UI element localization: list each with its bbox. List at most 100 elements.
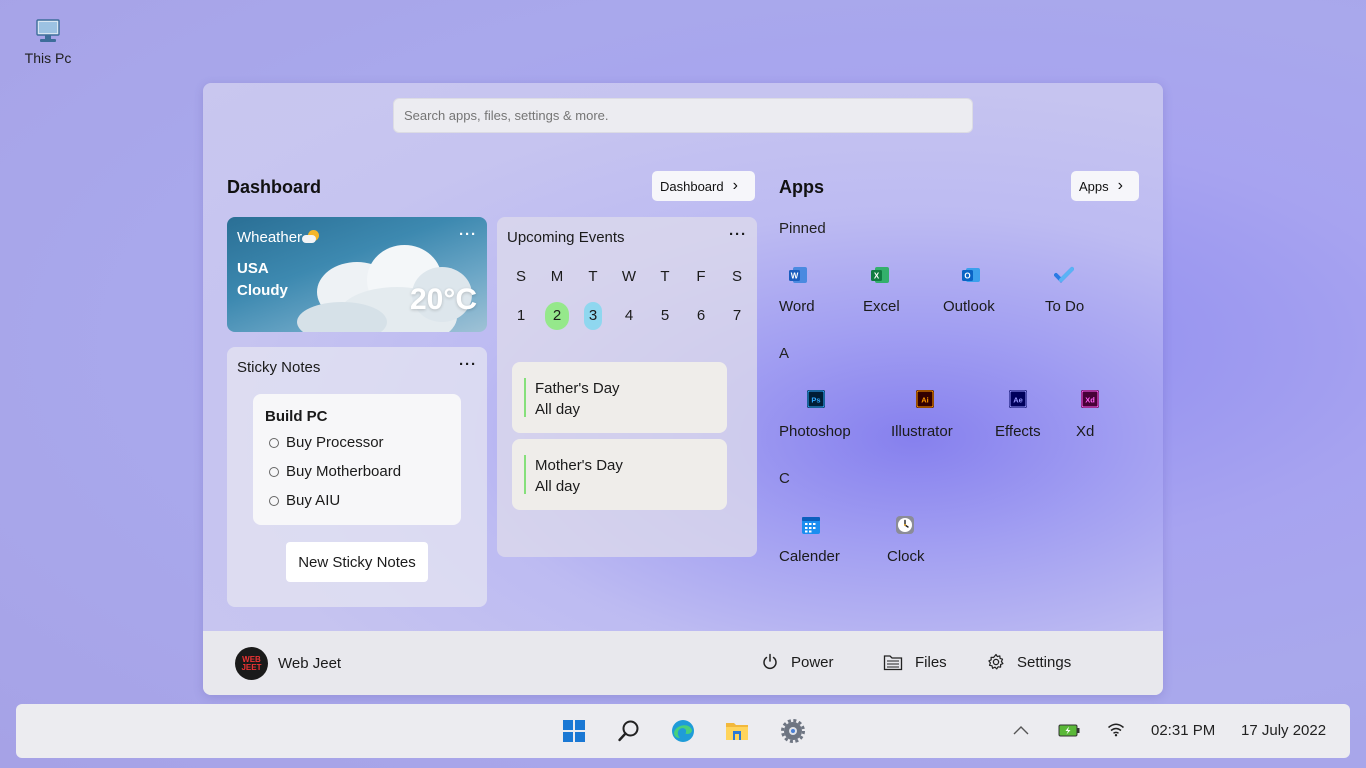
taskbar: 02:31 PM 17 July 2022 bbox=[16, 704, 1350, 758]
weekday: S bbox=[515, 268, 526, 285]
calendar-day[interactable]: 5 bbox=[653, 302, 677, 330]
start-footer: WEB JEET Web Jeet Power Files Settings bbox=[203, 631, 1163, 695]
apps-button-label: Apps bbox=[1079, 178, 1109, 194]
note-item[interactable]: Buy Processor bbox=[269, 434, 384, 451]
settings-label: Settings bbox=[1017, 653, 1072, 671]
calendar-icon bbox=[802, 517, 820, 534]
weather-widget[interactable]: Wheather ··· USA Cloudy 20°C bbox=[227, 217, 487, 332]
note-item[interactable]: Buy AIU bbox=[269, 492, 340, 509]
calendar-day[interactable]: 6 bbox=[689, 302, 713, 330]
file-explorer-icon[interactable] bbox=[725, 719, 749, 743]
group-a-label: A bbox=[779, 345, 790, 362]
after-effects-icon: Ae bbox=[1009, 390, 1027, 408]
computer-icon bbox=[36, 19, 60, 42]
app-label: Word bbox=[779, 298, 815, 315]
event-time: All day bbox=[535, 478, 581, 495]
xd-icon: Xd bbox=[1081, 390, 1099, 408]
clock-date[interactable]: 17 July 2022 bbox=[1241, 722, 1326, 739]
event-name: Mother's Day bbox=[535, 457, 623, 474]
settings-gear-icon[interactable] bbox=[781, 719, 805, 743]
photoshop-icon: Ps bbox=[807, 390, 825, 408]
power-icon bbox=[763, 653, 777, 670]
calendar-day[interactable]: 4 bbox=[617, 302, 641, 330]
svg-text:W: W bbox=[791, 272, 799, 281]
sticky-notes-widget: Sticky Notes ··· Build PC Buy Processor … bbox=[227, 347, 487, 607]
weekday: M bbox=[550, 268, 564, 285]
excel-icon: X bbox=[871, 267, 889, 283]
radio-button[interactable] bbox=[269, 437, 279, 448]
search-icon[interactable] bbox=[617, 719, 641, 743]
gear-icon bbox=[988, 653, 1004, 670]
windows-start-icon[interactable] bbox=[562, 719, 586, 743]
outlook-icon: O bbox=[962, 268, 980, 282]
chevron-right-icon: › bbox=[1117, 177, 1123, 194]
chevron-up-icon[interactable] bbox=[1012, 724, 1030, 736]
group-c-label: C bbox=[779, 470, 790, 487]
sticky-note[interactable]: Build PC Buy Processor Buy Motherboard B… bbox=[253, 394, 461, 525]
weekday: W bbox=[621, 268, 637, 285]
calendar-days: 1 2 3 4 5 6 7 bbox=[509, 302, 749, 330]
clock-time[interactable]: 02:31 PM bbox=[1151, 722, 1215, 739]
note-item[interactable]: Buy Motherboard bbox=[269, 463, 401, 480]
calendar-weekdays: S M T W T F S bbox=[509, 268, 749, 285]
event-card[interactable]: Father's Day All day bbox=[512, 362, 727, 433]
app-label: Photoshop bbox=[779, 423, 851, 440]
edge-browser-icon[interactable] bbox=[671, 719, 695, 743]
todo-check-icon bbox=[1054, 267, 1074, 283]
radio-button[interactable] bbox=[269, 495, 279, 506]
svg-text:Ps: Ps bbox=[811, 396, 820, 405]
files-button[interactable]: Files bbox=[883, 653, 947, 671]
sticky-notes-title: Sticky Notes bbox=[237, 359, 321, 376]
calendar-day[interactable]: 7 bbox=[725, 302, 749, 330]
weekday: T bbox=[588, 268, 598, 285]
battery-icon[interactable] bbox=[1058, 724, 1080, 737]
upcoming-events-widget: Upcoming Events ··· S M T W T F S 1 2 3 … bbox=[497, 217, 757, 557]
word-icon: W bbox=[789, 267, 807, 283]
power-button[interactable]: Power bbox=[761, 653, 834, 671]
apps-title: Apps bbox=[779, 177, 824, 197]
weather-temperature: 20°C bbox=[409, 283, 477, 316]
sticky-notes-menu-button[interactable]: ··· bbox=[459, 356, 477, 373]
chevron-right-icon: › bbox=[732, 177, 738, 194]
event-accent-bar bbox=[524, 378, 526, 417]
event-accent-bar bbox=[524, 455, 526, 494]
folder-icon bbox=[883, 655, 903, 671]
calendar-day-highlighted[interactable]: 2 bbox=[545, 302, 569, 330]
svg-text:Xd: Xd bbox=[1085, 396, 1095, 405]
dashboard-button[interactable]: Dashboard › bbox=[652, 171, 755, 201]
svg-text:X: X bbox=[874, 272, 880, 281]
start-menu: Dashboard Dashboard › Wheather ··· USA C… bbox=[203, 83, 1163, 695]
search-input[interactable] bbox=[393, 98, 973, 133]
note-item-label: Buy Motherboard bbox=[286, 463, 402, 480]
app-label: Xd bbox=[1076, 423, 1095, 440]
svg-text:Ai: Ai bbox=[921, 396, 929, 405]
event-name: Father's Day bbox=[535, 380, 620, 397]
note-title: Build PC bbox=[265, 408, 328, 425]
new-sticky-note-button[interactable]: New Sticky Notes bbox=[286, 542, 428, 582]
app-label: Outlook bbox=[943, 298, 995, 315]
events-menu-button[interactable]: ··· bbox=[729, 226, 747, 243]
apps-button[interactable]: Apps › bbox=[1071, 171, 1139, 201]
avatar[interactable]: WEB JEET bbox=[235, 647, 268, 680]
event-card[interactable]: Mother's Day All day bbox=[512, 439, 727, 510]
app-label: Excel bbox=[863, 298, 900, 315]
calendar-day-highlighted[interactable]: 3 bbox=[584, 302, 602, 330]
note-item-label: Buy Processor bbox=[286, 434, 384, 451]
settings-button[interactable]: Settings bbox=[987, 653, 1071, 671]
weather-condition: Cloudy bbox=[237, 282, 288, 299]
wifi-icon[interactable] bbox=[1107, 722, 1125, 737]
calendar-day[interactable]: 1 bbox=[509, 302, 533, 330]
this-pc-desktop-icon[interactable]: This Pc bbox=[18, 18, 78, 68]
dashboard-title: Dashboard bbox=[227, 177, 322, 197]
this-pc-label: This Pc bbox=[24, 50, 72, 66]
app-label: Clock bbox=[887, 548, 925, 565]
radio-button[interactable] bbox=[269, 466, 279, 477]
dashboard-button-label: Dashboard bbox=[660, 178, 724, 194]
svg-text:O: O bbox=[964, 272, 970, 281]
note-item-label: Buy AIU bbox=[286, 492, 341, 509]
app-label: Effects bbox=[995, 423, 1041, 440]
user-name[interactable]: Web Jeet bbox=[278, 655, 341, 672]
weather-city: USA bbox=[237, 260, 269, 277]
weather-menu-button[interactable]: ··· bbox=[459, 226, 477, 243]
events-title: Upcoming Events bbox=[507, 229, 625, 246]
